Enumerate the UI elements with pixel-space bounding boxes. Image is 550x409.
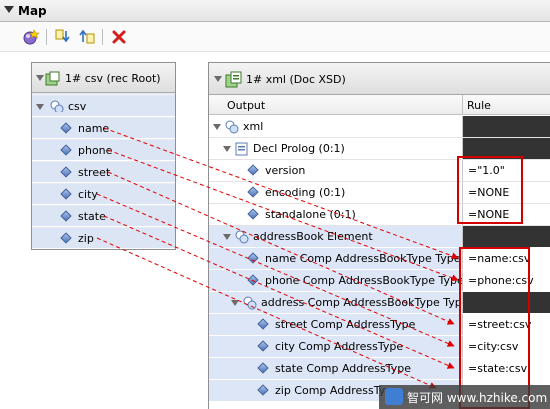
mapping-arrow [103,215,455,369]
mapping-arrow [96,193,455,347]
watermark: 智可网 www.hzhike.com [379,385,550,409]
mapping-arrows [96,127,459,389]
mapping-arrow [103,127,459,260]
mapping-arrow [107,171,455,325]
watermark-logo-icon [385,388,403,405]
watermark-text: 智可网 www.hzhike.com [407,391,548,405]
mapping-arrow [96,237,437,389]
mapping-arrow [107,149,459,282]
